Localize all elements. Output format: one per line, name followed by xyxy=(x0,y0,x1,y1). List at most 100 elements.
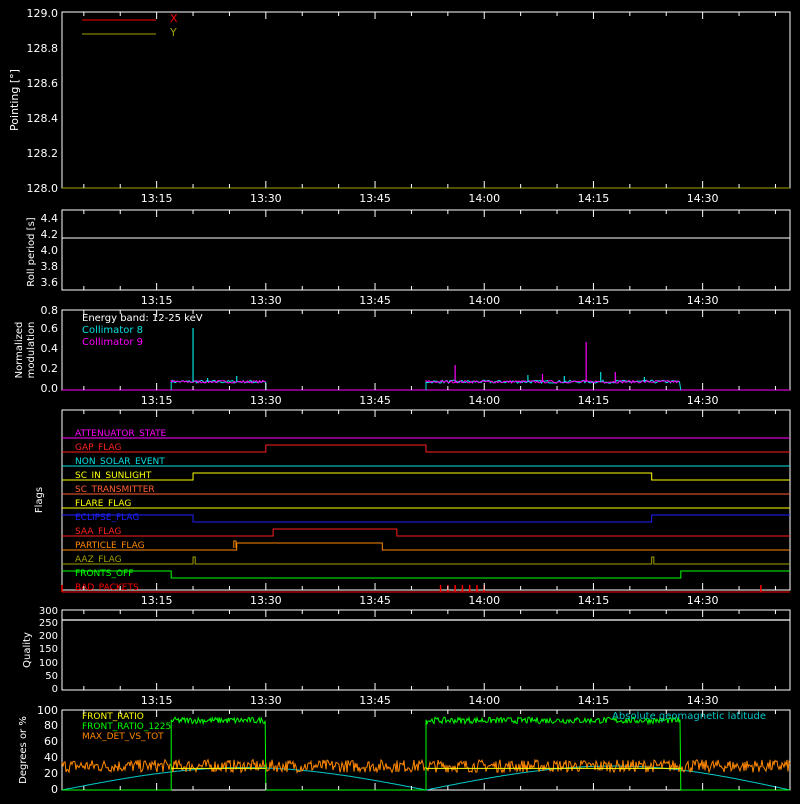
flags-frame xyxy=(61,409,791,591)
roll-ytick-1: 3.8 xyxy=(41,260,59,273)
pointing-xtick-label: 13:45 xyxy=(359,192,391,205)
roll-xtick-label: 13:30 xyxy=(250,294,282,307)
ratios-ytick-5: 100 xyxy=(37,704,58,717)
pointing-ytick-0: 128.0 xyxy=(27,182,59,195)
ratios-ytick-2: 40 xyxy=(44,751,58,764)
modulation-traces xyxy=(62,328,790,391)
quality-ytick-0: 0 xyxy=(52,684,58,695)
quality-xtick-label: 13:30 xyxy=(250,694,282,707)
ratios-ytick-1: 20 xyxy=(44,767,58,780)
modulation-ytick-1: 0.2 xyxy=(41,362,59,375)
modulation-legend-coll8: Collimator 8 xyxy=(82,325,143,336)
modulation-ytick-0: 0.0 xyxy=(41,382,59,395)
flags-xtick-label: 13:30 xyxy=(250,594,282,607)
modulation-xtick-label: 13:15 xyxy=(141,394,173,407)
modulation-time-ticks: 13:15 13:30 13:45 14:00 14:15 14:30 xyxy=(83,310,776,407)
roll-frame xyxy=(61,209,791,291)
roll-ytick-3: 4.2 xyxy=(41,228,59,241)
modulation-legend-energy: Energy band: 12-25 keV xyxy=(82,313,203,324)
modulation-xtick-label: 13:30 xyxy=(250,394,282,407)
pointing-xtick-label: 13:15 xyxy=(141,192,173,205)
flag-trace-sc-in-sunlight xyxy=(62,472,790,481)
roll-xtick-label: 14:00 xyxy=(468,294,500,307)
quality-ytick-5: 250 xyxy=(39,618,58,629)
flag-traces xyxy=(61,437,790,593)
pointing-legend-x: X xyxy=(170,12,178,25)
ratios-ytick-4: 80 xyxy=(44,719,58,732)
pointing-xtick-label: 13:30 xyxy=(250,192,282,205)
quality-xtick-label: 14:15 xyxy=(578,694,610,707)
ratios-ytick-3: 60 xyxy=(44,735,58,748)
flags-xtick-label: 13:45 xyxy=(359,594,391,607)
roll-xtick-label: 14:30 xyxy=(687,294,719,307)
quality-ylabel: Quality xyxy=(22,632,33,668)
roll-xtick-label: 14:15 xyxy=(578,294,610,307)
pointing-panel: Pointing [°] 128.0 128.2 128.4 128.6 128… xyxy=(8,7,791,205)
hessi-summary-plot: Pointing [°] 128.0 128.2 128.4 128.6 128… xyxy=(0,0,800,800)
flag-trace-fronts-off xyxy=(62,570,790,579)
flags-xtick-label: 13:15 xyxy=(141,594,173,607)
quality-ytick-3: 150 xyxy=(39,644,58,655)
pointing-ytick-3: 128.6 xyxy=(27,77,59,90)
modulation-ytick-2: 0.4 xyxy=(41,342,59,355)
modulation-xtick-label: 14:30 xyxy=(687,394,719,407)
pointing-xtick-label: 14:30 xyxy=(687,192,719,205)
roll-ytick-2: 4.0 xyxy=(41,244,59,257)
flags-xtick-label: 14:15 xyxy=(578,594,610,607)
chart-canvas: Pointing [°] 128.0 128.2 128.4 128.6 128… xyxy=(8,7,791,796)
quality-ytick-6: 300 xyxy=(39,606,58,617)
ratios-legend-front: FRONT_RATIO xyxy=(82,712,144,722)
quality-time-ticks: 13:15 13:30 13:45 14:00 14:15 14:30 xyxy=(83,610,776,707)
modulation-xtick-label: 14:15 xyxy=(578,394,610,407)
modulation-ylabel-2: modulation xyxy=(26,322,37,379)
flag-trace-gap-flag xyxy=(62,444,790,453)
quality-xtick-label: 14:30 xyxy=(687,694,719,707)
pointing-ytick-5: 129.0 xyxy=(27,7,59,20)
pointing-ylabel: Pointing [°] xyxy=(8,69,21,131)
ratios-panel: Degrees or % 0 20 40 60 80 100 FRONT_RAT… xyxy=(18,704,791,796)
roll-ytick-4: 4.4 xyxy=(41,212,59,225)
roll-time-ticks: 13:15 13:30 13:45 14:00 14:15 14:30 xyxy=(83,210,776,307)
roll-ylabel: Roll period [s] xyxy=(26,217,37,286)
quality-ytick-4: 200 xyxy=(39,631,58,642)
flags-ylabel: Flags xyxy=(34,487,45,513)
modulation-panel: Normalized modulation 0.0 0.2 0.4 0.6 0.… xyxy=(14,304,791,407)
quality-panel: Quality 0 50 100 150 200 250 300 13:15 13… xyxy=(22,606,791,707)
pointing-legend-y: Y xyxy=(169,26,177,39)
flag-trace-eclipse-flag xyxy=(62,514,790,523)
quality-xtick-label: 13:15 xyxy=(141,694,173,707)
quality-ytick-2: 100 xyxy=(39,658,58,669)
flag-labels: ATTENUATOR_STATE GAP_FLAG NON_SOLAR_EVEN… xyxy=(75,429,167,593)
modulation-ytick-3: 0.6 xyxy=(41,322,59,335)
flag-trace-saa-flag xyxy=(62,528,790,537)
modulation-xtick-label: 14:00 xyxy=(468,394,500,407)
ratios-ytick-0: 0 xyxy=(51,783,58,796)
pointing-xtick-label: 14:00 xyxy=(468,192,500,205)
roll-panel: Roll period [s] 3.6 3.8 4.0 4.2 4.4 13:1… xyxy=(26,209,791,307)
quality-frame xyxy=(61,609,791,691)
roll-xtick-label: 13:45 xyxy=(359,294,391,307)
quality-xtick-label: 14:00 xyxy=(468,694,500,707)
modulation-ylabel-1: Normalized xyxy=(14,322,25,379)
ratios-legend-maxdet: MAX_DET_VS_TOT xyxy=(82,732,164,742)
pointing-ytick-4: 128.8 xyxy=(27,42,59,55)
pointing-time-ticks: 13:15 13:30 13:45 14:00 14:15 14:30 xyxy=(83,12,776,205)
ratios-ylabel: Degrees or % xyxy=(18,716,29,784)
modulation-xtick-label: 13:45 xyxy=(359,394,391,407)
flags-panel: Flags ATTENUATOR_STATE GAP_FLAG NON_SOLA… xyxy=(34,409,791,607)
modulation-legend-coll9: Collimator 9 xyxy=(82,337,143,348)
quality-xtick-label: 13:45 xyxy=(359,694,391,707)
ratios-legend-geomag: Absolute geomagnetic latitude xyxy=(612,711,766,722)
pointing-ytick-2: 128.4 xyxy=(27,112,59,125)
flags-xtick-label: 14:00 xyxy=(468,594,500,607)
flags-xtick-label: 14:30 xyxy=(687,594,719,607)
quality-ytick-1: 50 xyxy=(45,671,58,682)
modulation-ytick-4: 0.8 xyxy=(41,304,59,317)
particle-flag-blip xyxy=(233,540,237,548)
pointing-xtick-label: 14:15 xyxy=(578,192,610,205)
roll-ytick-0: 3.6 xyxy=(41,276,59,289)
pointing-ytick-1: 128.2 xyxy=(27,147,59,160)
flag-trace-aaz-flag xyxy=(62,556,790,565)
ratios-legend-front-1225: FRONT_RATIO_1225 xyxy=(82,722,171,732)
flag-trace-particle-flag xyxy=(62,542,790,551)
